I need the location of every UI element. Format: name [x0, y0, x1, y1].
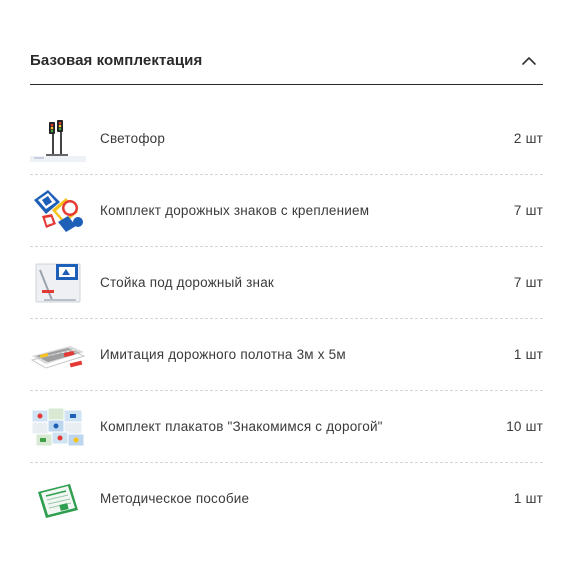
item-quantity: 1 шт: [513, 491, 543, 506]
item-label: Стойка под дорожный знак: [100, 275, 275, 290]
item-label: Имитация дорожного полотна 3м х 5м: [100, 347, 346, 362]
list-item: Комплект дорожных знаков с креплением 7 …: [30, 175, 543, 247]
list-item: Методическое пособие 1 шт: [30, 463, 543, 534]
item-quantity: 1 шт: [513, 347, 543, 362]
road-mat-image: [30, 346, 86, 369]
item-label: Комплект дорожных знаков с креплением: [100, 203, 370, 218]
traffic-light-image: [30, 120, 86, 162]
list-item: Светофор 2 шт: [30, 103, 543, 175]
equipment-list: Светофор 2 шт Комплект дорожных знаков с…: [30, 103, 543, 534]
road-signs-image: [34, 190, 83, 232]
item-quantity: 2 шт: [513, 131, 543, 146]
sign-stand-image: [35, 263, 81, 303]
item-quantity: 7 шт: [513, 275, 543, 290]
item-label: Методическое пособие: [100, 491, 250, 506]
item-quantity: 10 шт: [506, 419, 543, 434]
chevron-up-icon[interactable]: [521, 53, 537, 69]
list-item: Комплект плакатов "Знакомимся с дорогой"…: [30, 391, 543, 463]
posters-image: [31, 407, 85, 447]
section-title: Базовая комплектация: [30, 52, 203, 69]
item-label: Светофор: [100, 131, 166, 146]
manual-image: [38, 484, 78, 518]
item-quantity: 7 шт: [513, 203, 543, 218]
item-label: Комплект плакатов "Знакомимся с дорогой": [100, 419, 383, 434]
section-header-toggle[interactable]: Базовая комплектация: [30, 40, 543, 85]
list-item: Имитация дорожного полотна 3м х 5м 1 шт: [30, 319, 543, 391]
list-item: Стойка под дорожный знак 7 шт: [30, 247, 543, 319]
